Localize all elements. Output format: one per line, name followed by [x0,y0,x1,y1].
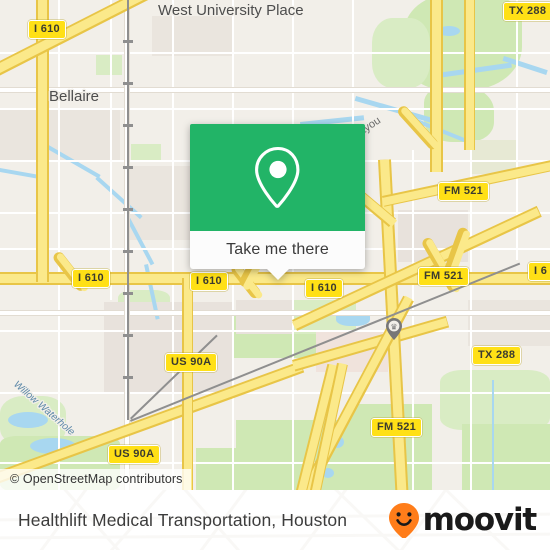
osm-attribution[interactable]: © OpenStreetMap contributors [0,469,191,490]
shield-us90a: US 90A [108,445,161,464]
shield-tx288: TX 288 [503,2,550,21]
motorway-tx288 [465,0,474,150]
motorway-us90a [183,278,192,490]
map-canvas[interactable]: I 610 I 610 I 610 I 610 I 6 TX 288 TX 28… [0,0,550,490]
shield-i610: I 610 [190,272,228,291]
railway-tick [123,250,133,253]
take-me-there-button[interactable]: Take me there [190,231,365,269]
map-pin-icon [254,146,299,208]
moovit-logo[interactable]: moovit [388,502,538,538]
park-area [346,404,432,490]
popup-image-area [190,124,365,231]
railway-tick [123,376,133,379]
shield-i610: I 610 [28,20,66,39]
shield-fm521: FM 521 [438,182,490,201]
shield-fm521: FM 521 [371,418,423,437]
shield-i610: I 610 [305,279,343,298]
popup-pointer [266,269,289,280]
destination-popup-card[interactable]: Take me there [190,124,365,280]
street [412,150,415,490]
park-area [440,370,550,430]
railway-tick [123,82,133,85]
industrial-area [236,300,292,334]
secondary-road [0,311,550,315]
moovit-map-screen: I 610 I 610 I 610 I 610 I 6 TX 288 TX 28… [0,0,550,550]
moovit-pin-smile-icon [388,503,419,538]
shield-i610: I 610 [72,269,110,288]
park-area [462,424,550,490]
svg-text:♛: ♛ [390,323,397,332]
railway-tick [123,334,133,337]
residential-area [468,300,550,346]
railway-tick [123,208,133,211]
place-label-west-university-place: West University Place [158,2,304,19]
street [0,462,550,465]
park-area [96,55,122,75]
moovit-wordmark: moovit [422,502,538,538]
page-title: Healthlift Medical Transportation, Houst… [18,509,348,530]
take-me-there-label: Take me there [226,241,329,258]
residential-area [152,16,232,56]
street [492,380,495,490]
shield-fm521: FM 521 [418,267,470,286]
street [110,0,113,300]
street [0,330,550,333]
shield-us90a: US 90A [165,353,218,372]
footer-bar: Healthlift Medical Transportation, Houst… [0,490,550,550]
railway-tick [123,40,133,43]
place-label-bellaire: Bellaire [48,88,100,105]
shield-tx288: TX 288 [472,346,522,365]
shield-i610-clipped: I 6 [528,262,550,281]
poi-marker-icon: ♛ [386,318,402,340]
street [0,392,550,395]
railway-tick [123,124,133,127]
railway-tick [123,166,133,169]
park-area [196,448,256,490]
railway-tick [123,292,133,295]
